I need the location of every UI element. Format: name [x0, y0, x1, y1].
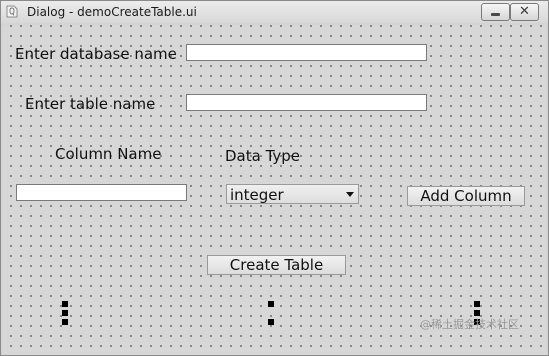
dropdown-arrow-icon: [346, 192, 354, 197]
qt-app-icon: [6, 5, 18, 18]
add-column-button[interactable]: Add Column: [407, 186, 525, 206]
data-type-select[interactable]: integer: [226, 184, 359, 204]
data-type-selected-value: integer: [230, 186, 284, 204]
minimize-button[interactable]: [481, 3, 510, 21]
window-title: Dialog - demoCreateTable.ui: [27, 5, 197, 19]
table-name-label: Enter table name: [25, 95, 156, 113]
watermark-text: @稀土掘金技术社区: [420, 318, 519, 331]
column-name-header: Column Name: [55, 145, 162, 163]
data-type-header: Data Type: [225, 147, 301, 165]
close-icon: ✕: [519, 4, 530, 19]
form-canvas: Enter database name Enter table name Col…: [3, 25, 546, 355]
table-name-input[interactable]: [186, 94, 427, 111]
vertical-spacer-left: [62, 301, 68, 325]
dialog-window: Dialog - demoCreateTable.ui ✕ Enter data…: [0, 0, 549, 356]
database-name-input[interactable]: [186, 44, 427, 61]
create-table-button[interactable]: Create Table: [207, 255, 346, 275]
title-bar[interactable]: Dialog - demoCreateTable.ui ✕: [1, 1, 548, 23]
database-name-label: Enter database name: [15, 45, 177, 63]
vertical-spacer-middle: [268, 301, 274, 325]
close-button[interactable]: ✕: [510, 3, 539, 21]
minimize-icon: [491, 13, 500, 16]
column-name-input[interactable]: [16, 184, 187, 201]
